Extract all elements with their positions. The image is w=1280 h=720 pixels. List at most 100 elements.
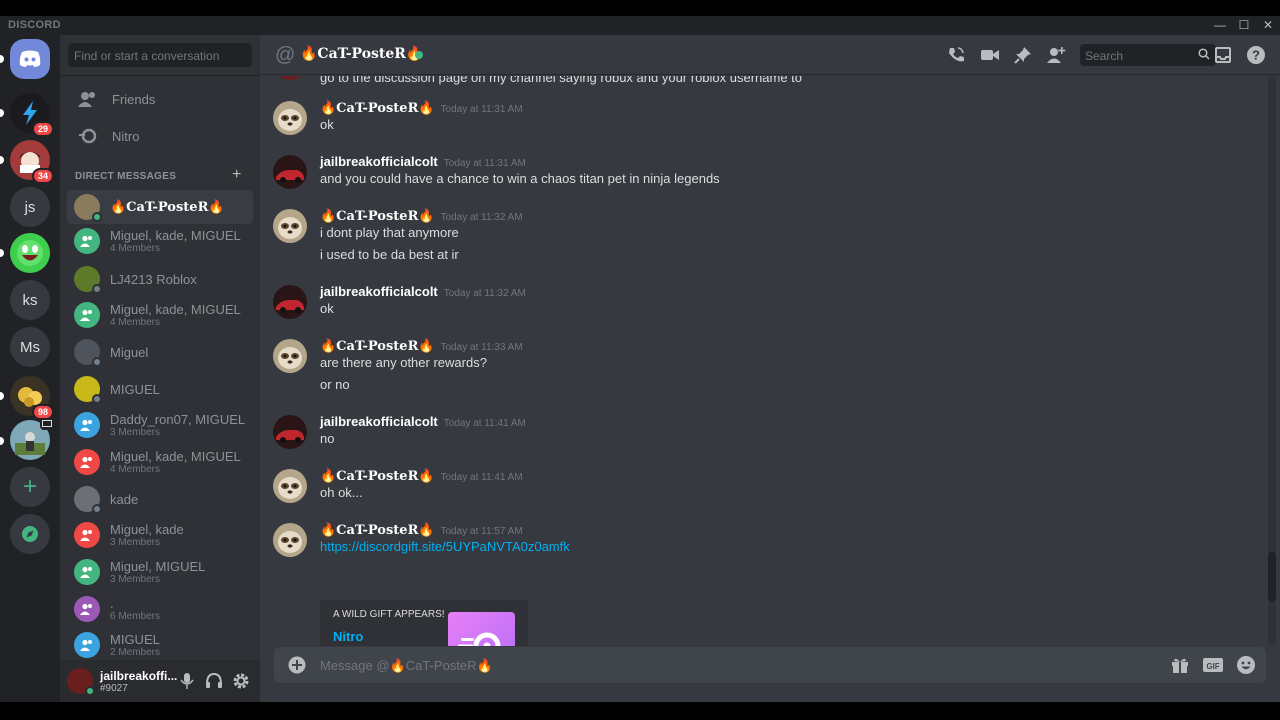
dm-avatar <box>74 486 102 514</box>
message-author[interactable]: 🔥CaT-PosteR🔥 <box>320 523 435 538</box>
window-titlebar: DISCORD — ☐ ✕ <box>0 16 1280 35</box>
find-conversation-input[interactable]: Find or start a conversation <box>68 43 252 67</box>
author-avatar[interactable] <box>273 101 307 135</box>
help-icon[interactable]: ? <box>1246 45 1266 65</box>
message-input-placeholder[interactable]: Message @🔥CaT-PosteR🔥 <box>320 658 493 674</box>
message-author[interactable]: jailbreakofficialcolt <box>320 414 438 429</box>
message-author[interactable]: 🔥CaT-PosteR🔥 <box>320 339 435 354</box>
dm-name: Miguel, kade <box>110 522 184 537</box>
emoji-icon[interactable] <box>1236 655 1256 675</box>
create-dm-button[interactable]: + <box>232 166 241 184</box>
video-frame-bottom <box>0 702 1280 720</box>
message-timestamp: Today at 11:41 AM <box>443 418 526 429</box>
dm-item[interactable]: Miguel, kade, MIGUEL 4 Members <box>67 445 253 479</box>
dm-item[interactable]: Miguel, kade, MIGUEL 4 Members <box>67 298 253 332</box>
server-bolt[interactable]: 29 <box>10 93 54 137</box>
message-author[interactable]: jailbreakofficialcolt <box>320 154 438 169</box>
author-avatar[interactable] <box>273 523 307 557</box>
friends-nav-item[interactable]: Friends <box>68 81 252 117</box>
start-video-call-icon[interactable] <box>980 45 1000 65</box>
nitro-label: Nitro <box>112 128 140 144</box>
direct-messages-header: DIRECT MESSAGES <box>75 171 177 182</box>
dm-avatar <box>74 559 100 585</box>
car-avatar-icon <box>273 155 307 189</box>
message-composer[interactable]: Message @🔥CaT-PosteR🔥 GIF <box>274 647 1266 683</box>
search-icon <box>1198 48 1210 60</box>
settings-gear-icon[interactable] <box>232 672 250 690</box>
server-js[interactable]: js <box>10 187 50 227</box>
dm-item[interactable]: Miguel, kade, MIGUEL 4 Members <box>67 224 253 258</box>
discord-logo-icon <box>19 50 41 67</box>
message-text: oh ok... <box>320 485 363 500</box>
message-author[interactable]: 🔥CaT-PosteR🔥 <box>320 209 435 224</box>
server-gold[interactable]: 98 <box>10 376 54 420</box>
author-avatar[interactable] <box>273 469 307 503</box>
scrollbar-thumb[interactable] <box>1268 552 1276 602</box>
upload-plus-icon[interactable] <box>288 656 306 674</box>
dm-item[interactable]: MIGUEL <box>67 372 253 406</box>
dm-member-count: 3 Members <box>110 537 161 548</box>
compass-icon <box>22 526 38 542</box>
message-link[interactable]: https://discordgift.site/5UYPaNVTA0z0amf… <box>320 539 570 554</box>
dm-item[interactable]: MIGUEL 2 Members <box>67 628 253 660</box>
group-dm-icon <box>80 456 92 468</box>
dm-name: MIGUEL <box>110 632 160 647</box>
dm-item[interactable]: 🔥CaT-PosteR🔥 <box>67 190 253 224</box>
inbox-icon[interactable] <box>1213 45 1233 65</box>
dm-list: 🔥CaT-PosteR🔥 Miguel, kade, MIGUEL 4 Member… <box>60 190 260 660</box>
author-avatar[interactable] <box>273 155 307 189</box>
dm-item[interactable]: Miguel <box>67 335 253 369</box>
pinned-messages-icon[interactable] <box>1013 45 1033 65</box>
microphone-icon[interactable] <box>178 672 196 690</box>
dm-item[interactable]: Miguel, kade 3 Members <box>67 518 253 552</box>
dm-item[interactable]: Daddy_ron07, MIGUEL 3 Members <box>67 408 253 442</box>
message-text: ok <box>320 117 334 132</box>
dm-member-count: 6 Members <box>110 611 161 622</box>
author-avatar[interactable] <box>273 76 307 80</box>
explore-servers-button[interactable] <box>10 514 50 554</box>
gift-icon[interactable] <box>1170 655 1190 675</box>
message-text: ok <box>320 301 334 316</box>
dm-member-count: 3 Members <box>110 574 161 585</box>
add-friends-to-dm-icon[interactable] <box>1046 45 1066 65</box>
headphones-icon[interactable] <box>205 672 223 690</box>
channel-header: @ 🔥CaT-PosteR🔥 Search ? <box>260 35 1280 75</box>
server-anime[interactable]: 34 <box>10 140 54 184</box>
status-icon <box>92 212 102 222</box>
group-dm-icon <box>80 309 92 321</box>
minimize-button[interactable]: — <box>1210 17 1230 33</box>
author-avatar[interactable] <box>273 209 307 243</box>
message-author[interactable]: jailbreakofficialcolt <box>320 284 438 299</box>
dm-avatar <box>74 632 100 658</box>
group-dm-icon <box>80 419 92 431</box>
dm-item[interactable]: LJ4213 Roblox <box>67 262 253 296</box>
dm-avatar <box>74 449 100 475</box>
add-server-button[interactable]: + <box>10 467 50 507</box>
nitro-nav-item[interactable]: Nitro <box>68 118 252 154</box>
gif-icon[interactable]: GIF <box>1203 655 1223 675</box>
dm-name: MIGUEL <box>110 381 160 397</box>
mention-badge: 34 <box>31 168 54 184</box>
message-author[interactable]: 🔥CaT-PosteR🔥 <box>320 101 435 116</box>
dm-item[interactable]: Miguel, MIGUEL 3 Members <box>67 555 253 589</box>
dm-item[interactable]: .6 Members <box>67 592 253 626</box>
sidebar-divider <box>60 75 260 76</box>
server-ks[interactable]: ks <box>10 280 50 320</box>
author-avatar[interactable] <box>273 339 307 373</box>
server-green-face[interactable] <box>10 233 50 273</box>
author-avatar[interactable] <box>273 285 307 319</box>
start-voice-call-icon[interactable] <box>946 45 966 65</box>
server-picture[interactable] <box>10 418 54 460</box>
message-author[interactable]: 🔥CaT-PosteR🔥 <box>320 469 435 484</box>
user-name: jailbreakoffi... <box>100 669 178 683</box>
close-button[interactable]: ✕ <box>1258 17 1278 33</box>
search-input[interactable]: Search <box>1080 44 1216 66</box>
gift-title[interactable]: Nitro <box>333 629 363 644</box>
dm-name: Miguel, kade, MIGUEL <box>110 228 241 243</box>
maximize-button[interactable]: ☐ <box>1234 17 1254 33</box>
dm-item[interactable]: kade <box>67 482 253 516</box>
home-button[interactable] <box>10 39 50 79</box>
server-ms[interactable]: Ms <box>10 327 50 367</box>
author-avatar[interactable] <box>273 415 307 449</box>
user-avatar[interactable] <box>67 668 95 696</box>
